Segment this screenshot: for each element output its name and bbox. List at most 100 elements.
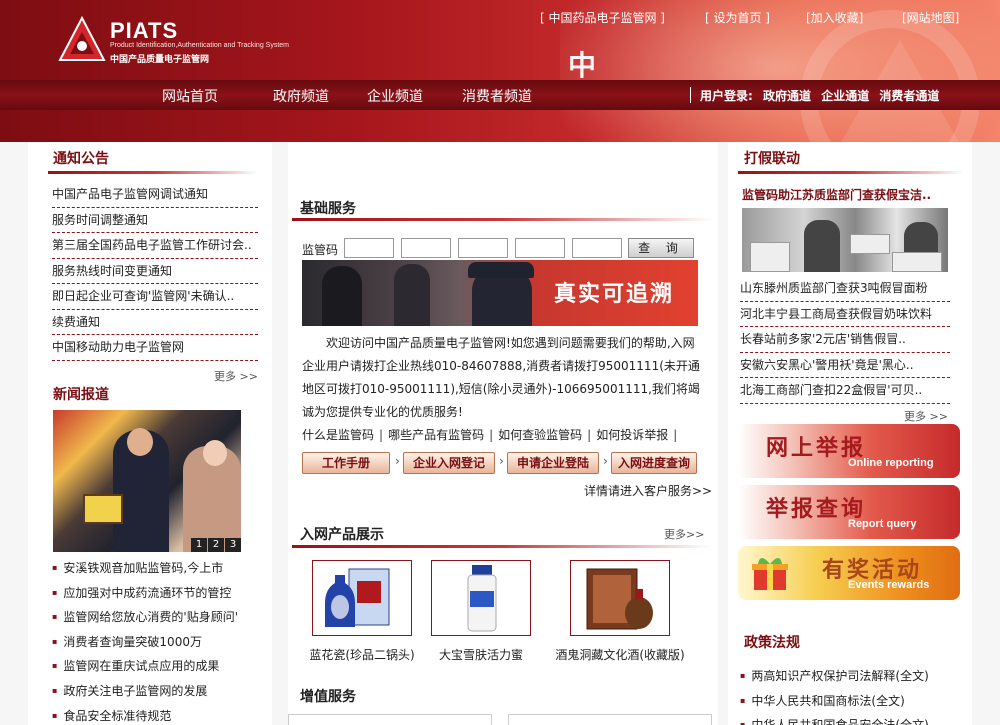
report-query-label-en: Report query [848, 518, 917, 530]
nav-government[interactable]: 政府频道 [273, 86, 329, 106]
banner-text: 真实可追溯 [554, 282, 675, 307]
news-photo[interactable]: 1 2 3 [53, 410, 241, 552]
product-name[interactable]: 大宝雪肤活力蜜 [411, 646, 551, 663]
product-name[interactable]: 酒鬼洞藏文化酒(收藏版) [550, 646, 690, 663]
faq-link-how-to-complain[interactable]: 如何投诉举报 [596, 428, 668, 442]
center-column: 基础服务 监管码 查 询 真实可追溯 欢迎访问中国产品质量电子监管网!如您遇到问… [288, 142, 718, 725]
user-login: 用户登录: 政府通道 企业通道 消费者通道 [700, 87, 945, 104]
step-arrow: › [499, 454, 504, 468]
login-consumer[interactable]: 消费者通道 [879, 89, 939, 103]
code-query-form: 监管码 查 询 [302, 238, 712, 260]
list-item[interactable]: 第三届全国药品电子监管工作研讨会.. [52, 233, 258, 259]
value-service-box [288, 714, 492, 725]
code-input-5[interactable] [572, 238, 622, 258]
list-item[interactable]: 山东滕州质监部门查获3吨假冒面粉 [740, 276, 950, 302]
top-link-drug-network[interactable]: [ 中国药品电子监管网 ] [540, 9, 665, 26]
list-item[interactable]: 河北丰宁县工商局查获假冒奶味饮料 [740, 302, 950, 327]
product-image[interactable] [312, 560, 412, 636]
news-list: 安溪铁观音加贴监管码,今上市 应加强对中成药流通环节的管控 监管网给您放心消费的… [52, 556, 267, 725]
logo-subtitle-cn: 中国产品质量电子监管网 [110, 55, 210, 65]
anti-fake-more-link[interactable]: 更多 >> [904, 408, 948, 424]
value-service-title: 增值服务 [300, 689, 356, 705]
list-item[interactable]: 中华人民共和国食品安全法(全文) [740, 713, 955, 725]
step-arrow: › [603, 454, 608, 468]
product-image[interactable] [570, 560, 670, 636]
list-item[interactable]: 中华人民共和国商标法(全文) [740, 689, 955, 714]
gift-box-icon [752, 558, 788, 590]
code-input-3[interactable] [458, 238, 508, 258]
list-item[interactable]: 监管网给您放心消费的'贴身顾问' [52, 605, 267, 630]
online-report-button[interactable]: 网上举报 Online reporting [738, 424, 960, 478]
list-item[interactable]: 中国产品电子监管网调试通知 [52, 182, 258, 208]
list-item[interactable]: 政府关注电子监管网的发展 [52, 679, 267, 704]
liquor-bottle-icon [325, 568, 390, 627]
value-service-box [508, 714, 712, 725]
logo-name: PIATS [110, 18, 179, 43]
customer-service-link[interactable]: 详情请进入客户服务>> [584, 482, 712, 499]
welcome-text: 欢迎访问中国产品质量电子监管网!如您遇到问题需要我们的帮助,入网企业用户请拨打企… [302, 336, 700, 419]
list-item[interactable]: 服务热线时间变更通知 [52, 259, 258, 284]
step-arrow: › [395, 454, 400, 468]
policy-section-title: 政策法规 [728, 626, 972, 656]
list-item[interactable]: 中国移动助力电子监管网 [52, 335, 258, 361]
liquor-gift-box-icon [586, 568, 653, 630]
code-input-2[interactable] [401, 238, 451, 258]
notice-list: 中国产品电子监管网调试通知 服务时间调整通知 第三届全国药品电子监管工作研讨会.… [52, 182, 258, 361]
report-query-button[interactable]: 举报查询 Report query [738, 485, 960, 539]
faq-link-which-products[interactable]: 哪些产品有监管码 [388, 428, 484, 442]
list-item[interactable]: 即日起企业可查询'监管网'未确认.. [52, 284, 258, 310]
login-label: 用户登录: [700, 89, 753, 103]
list-item[interactable]: 食品安全标准待规范 [52, 704, 267, 725]
login-government[interactable]: 政府通道 [763, 89, 811, 103]
cream-bottle-icon [467, 565, 497, 632]
traceable-banner: 真实可追溯 [302, 260, 698, 326]
piats-logo-icon [58, 16, 106, 61]
headline-link[interactable]: 监管码助江苏质监部门查获假宝洁.. [742, 186, 931, 203]
anti-fake-list: 山东滕州质监部门查获3吨假冒面粉 河北丰宁县工商局查获假冒奶味饮料 长春站前多家… [740, 276, 950, 404]
query-button[interactable]: 查 询 [628, 238, 694, 258]
nav-home[interactable]: 网站首页 [162, 86, 218, 106]
product-image[interactable] [431, 560, 531, 636]
step-progress-query[interactable]: 入网进度查询 [611, 452, 697, 474]
left-column: 通知公告 中国产品电子监管网调试通知 服务时间调整通知 第三届全国药品电子监管工… [28, 142, 272, 725]
step-enterprise-register[interactable]: 企业入网登记 [403, 452, 495, 474]
pager-1[interactable]: 1 [191, 538, 207, 552]
events-rewards-label-en: Events rewards [848, 579, 930, 591]
top-link-set-homepage[interactable]: [ 设为首页 ] [705, 9, 770, 26]
policy-list: 两高知识产权保护司法解释(全文) 中华人民共和国商标法(全文) 中华人民共和国食… [740, 664, 955, 725]
list-item[interactable]: 消费者查询量突破1000万 [52, 630, 267, 655]
login-enterprise[interactable]: 企业通道 [821, 89, 869, 103]
list-item[interactable]: 续费通知 [52, 310, 258, 335]
pager-3[interactable]: 3 [225, 538, 241, 552]
pager-2[interactable]: 2 [208, 538, 224, 552]
site-header: PIATS Product Identification,Authenticat… [0, 0, 1000, 142]
code-input-4[interactable] [515, 238, 565, 258]
list-item[interactable]: 服务时间调整通知 [52, 208, 258, 233]
top-link-add-favorite[interactable]: [加入收藏] [806, 9, 863, 26]
faq-link-what-is-code[interactable]: 什么是监管码 [302, 428, 374, 442]
basic-service-title: 基础服务 [300, 201, 356, 217]
list-item[interactable]: 两高知识产权保护司法解释(全文) [740, 664, 955, 689]
products-more-link[interactable]: 更多>> [664, 526, 704, 542]
nav-consumer[interactable]: 消费者频道 [462, 86, 532, 106]
code-input-1[interactable] [344, 238, 394, 258]
right-column: 打假联动 监管码助江苏质监部门查获假宝洁.. 山东滕州质监部门查获3吨假冒面粉 … [728, 142, 972, 725]
events-rewards-button[interactable]: 有奖活动 Events rewards [738, 546, 960, 600]
headline-photo[interactable] [742, 208, 948, 272]
online-report-label-en: Online reporting [848, 457, 934, 469]
list-item[interactable]: 应加强对中成药流通环节的管控 [52, 581, 267, 606]
site-logo[interactable]: PIATS Product Identification,Authenticat… [58, 14, 318, 70]
list-item[interactable]: 安徽六安黑心'警用袄'竟是'黑心.. [740, 353, 950, 378]
step-apply-login[interactable]: 申请企业登陆 [507, 452, 599, 474]
faq-link-how-to-verify[interactable]: 如何查验监管码 [498, 428, 582, 442]
nav-enterprise[interactable]: 企业频道 [367, 86, 423, 106]
step-work-manual[interactable]: 工作手册 [302, 452, 390, 474]
list-item[interactable]: 监管网在重庆试点应用的成果 [52, 654, 267, 679]
list-item[interactable]: 长春站前多家'2元店'销售假冒.. [740, 327, 950, 353]
title-underline [48, 171, 258, 174]
top-link-sitemap[interactable]: [网站地图] [902, 9, 959, 26]
list-item[interactable]: 北海工商部门查扣22盒假冒'可贝.. [740, 378, 950, 404]
list-item[interactable]: 安溪铁观音加贴监管码,今上市 [52, 556, 267, 581]
banner-character: 中 [568, 49, 597, 82]
notice-title: 通知公告 [53, 151, 109, 167]
